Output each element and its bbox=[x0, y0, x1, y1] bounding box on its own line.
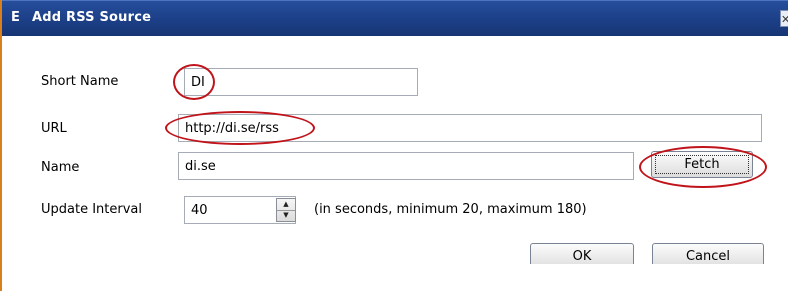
url-label: URL bbox=[41, 121, 67, 136]
dialog-body: Short Name URL Name Fetch Update Interva… bbox=[4, 36, 788, 270]
name-label: Name bbox=[41, 160, 80, 175]
short-name-label: Short Name bbox=[41, 74, 119, 89]
update-interval-spinner[interactable]: ▲ ▼ bbox=[276, 198, 296, 222]
update-interval-hint: (in seconds, minimum 20, maximum 180) bbox=[314, 202, 587, 217]
dialog-title: Add RSS Source bbox=[32, 10, 152, 25]
add-rss-source-dialog: E Add RSS Source ✕ Short Name URL Name F… bbox=[0, 0, 788, 291]
app-icon: E bbox=[11, 10, 20, 25]
focus-ring bbox=[655, 155, 749, 174]
url-input[interactable] bbox=[178, 114, 762, 142]
title-bar[interactable]: E Add RSS Source ✕ bbox=[2, 0, 788, 36]
cancel-button-label: Cancel bbox=[685, 249, 731, 264]
short-name-input[interactable] bbox=[184, 68, 418, 96]
fetch-button[interactable]: Fetch bbox=[651, 151, 753, 178]
update-interval-label: Update Interval bbox=[41, 202, 142, 217]
close-button[interactable]: ✕ bbox=[780, 10, 788, 27]
spin-down-icon[interactable]: ▼ bbox=[277, 210, 295, 221]
ok-button-label: OK bbox=[572, 249, 592, 264]
close-icon: ✕ bbox=[781, 13, 788, 26]
dialog-footer bbox=[2, 264, 788, 291]
name-input[interactable] bbox=[178, 152, 634, 180]
